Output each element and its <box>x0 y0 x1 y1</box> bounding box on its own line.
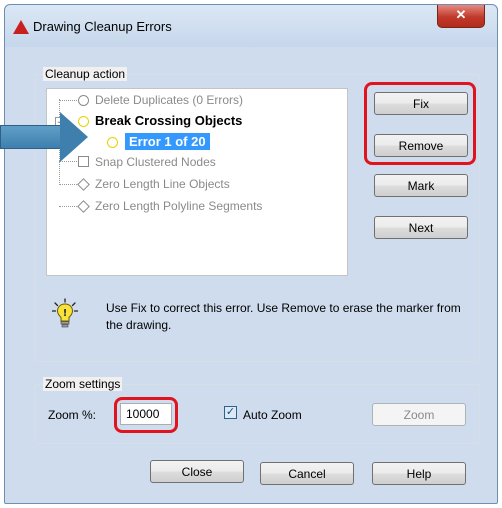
zoom-settings-label: Zoom settings <box>43 377 123 391</box>
zoom-button[interactable]: Zoom <box>372 403 466 426</box>
mark-button[interactable]: Mark <box>374 174 468 197</box>
help-button[interactable]: Help <box>372 462 466 485</box>
tree-item-snap-clustered-nodes[interactable]: Snap Clustered Nodes <box>95 155 216 169</box>
zoom-percent-input[interactable]: 10000 <box>120 403 172 425</box>
close-button[interactable]: Close <box>150 460 244 483</box>
lightbulb-icon: ! <box>52 298 78 328</box>
yellow-circle-icon <box>107 137 118 148</box>
cleanup-tree[interactable]: Delete Duplicates (0 Errors) − Break Cro… <box>46 88 348 276</box>
circle-icon <box>78 95 89 106</box>
tree-item-zero-length-polyline[interactable]: Zero Length Polyline Segments <box>95 199 262 213</box>
remove-button[interactable]: Remove <box>374 134 468 157</box>
tree-connector <box>59 206 77 207</box>
diamond-icon <box>77 200 90 213</box>
close-window-button[interactable]: ✕ <box>437 5 485 28</box>
tree-item-error-selected[interactable]: Error 1 of 20 <box>125 133 210 150</box>
tree-connector <box>59 184 77 185</box>
next-button[interactable]: Next <box>374 216 468 239</box>
cleanup-action-label: Cleanup action <box>43 67 128 81</box>
fix-button[interactable]: Fix <box>374 92 468 115</box>
callout-arrow-icon <box>60 112 88 162</box>
tree-item-break-crossing-objects[interactable]: Break Crossing Objects <box>95 113 242 128</box>
window-title: Drawing Cleanup Errors <box>33 19 172 34</box>
zoom-percent-label: Zoom %: <box>48 408 97 422</box>
diamond-icon <box>77 178 90 191</box>
info-message: Use Fix to correct this error. Use Remov… <box>106 301 461 332</box>
svg-text:!: ! <box>63 308 68 319</box>
tree-item-delete-duplicates[interactable]: Delete Duplicates (0 Errors) <box>95 93 243 107</box>
tree-connector <box>59 100 77 101</box>
title-bar: Drawing Cleanup Errors ✕ <box>5 5 497 47</box>
autocad-logo-icon <box>13 20 29 34</box>
tree-item-zero-length-line[interactable]: Zero Length Line Objects <box>95 177 230 191</box>
auto-zoom-checkbox[interactable]: ✓ <box>224 406 237 419</box>
auto-zoom-label: Auto Zoom <box>243 408 302 422</box>
callout-arrow-shaft <box>0 125 62 149</box>
cancel-button[interactable]: Cancel <box>260 462 354 485</box>
